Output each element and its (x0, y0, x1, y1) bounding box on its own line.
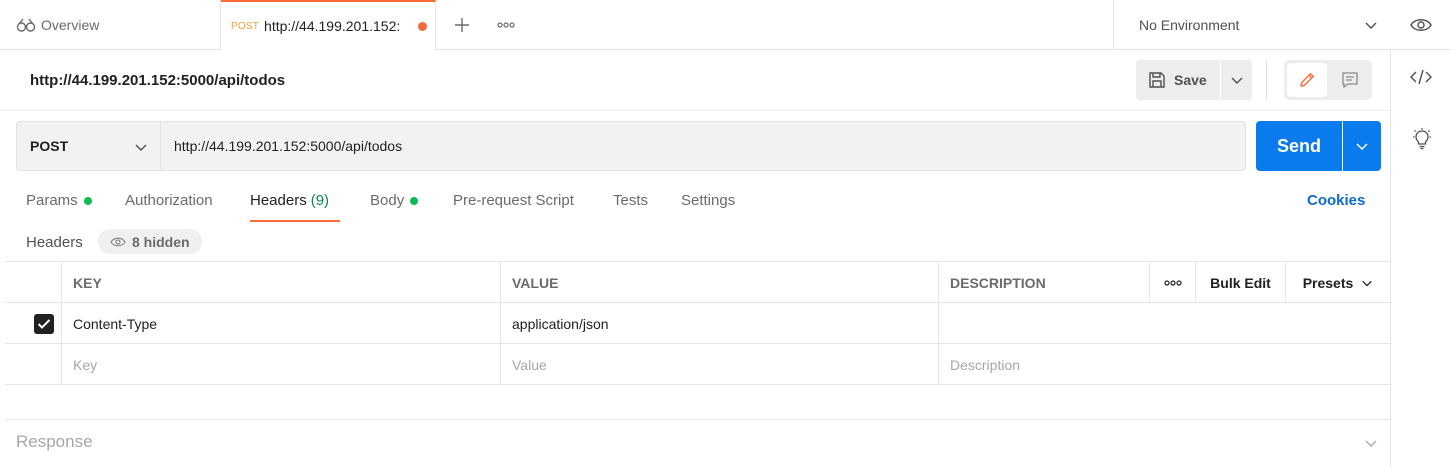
response-panel[interactable]: Response (5, 419, 1390, 467)
tab-options-button[interactable] (492, 11, 520, 39)
tab-params[interactable]: Params (26, 188, 92, 222)
new-value-input[interactable]: Value (500, 344, 938, 385)
unsaved-dot-icon[interactable] (418, 21, 428, 31)
save-button[interactable]: Save (1136, 60, 1220, 100)
edit-mode-button[interactable] (1287, 63, 1327, 97)
tab-settings[interactable]: Settings (681, 188, 735, 222)
mode-toggle-group (1284, 60, 1372, 100)
check-icon (37, 318, 51, 329)
chevron-down-icon (135, 144, 147, 151)
request-name[interactable]: http://44.199.201.152:5000/api/todos (30, 72, 285, 89)
tab-pre-request-script-label: Pre-request Script (453, 192, 574, 209)
headers-section-label: Headers (26, 234, 83, 251)
tab-authorization[interactable]: Authorization (125, 188, 213, 222)
tab-request-active[interactable]: POST http://44.199.201.152: (221, 0, 436, 50)
new-tab-button[interactable] (448, 11, 476, 39)
overview-icon (16, 18, 36, 32)
bulk-edit-button[interactable]: Bulk Edit (1195, 262, 1285, 303)
tab-title: http://44.199.201.152: (264, 18, 401, 34)
tab-body[interactable]: Body (370, 188, 419, 222)
tab-bar: Overview POST http://44.199.201.152: No … (0, 0, 1451, 50)
environment-label: No Environment (1139, 17, 1240, 33)
row-checkbox-cell (5, 303, 61, 344)
row-enabled-checkbox[interactable] (34, 313, 54, 334)
tab-headers-count: (9) (310, 192, 330, 209)
tab-tests[interactable]: Tests (613, 188, 648, 222)
params-indicator-dot (83, 197, 92, 205)
headers-table: KEY VALUE DESCRIPTION Bulk Edit Presets (5, 261, 1390, 386)
more-horizontal-icon (497, 22, 515, 28)
chevron-down-icon (1362, 280, 1373, 286)
row-key-cell[interactable]: Content-Type (61, 303, 500, 344)
tab-pre-request-script[interactable]: Pre-request Script (453, 188, 574, 222)
response-label: Response (16, 432, 93, 451)
save-label: Save (1174, 72, 1207, 88)
comments-mode-button[interactable] (1330, 63, 1370, 97)
tab-body-label: Body (370, 192, 405, 209)
send-options-button[interactable] (1343, 121, 1381, 171)
send-label: Send (1276, 135, 1321, 156)
save-options-button[interactable] (1221, 60, 1252, 100)
comment-icon (1342, 72, 1358, 89)
pencil-icon (1300, 72, 1315, 87)
environment-quick-look-button[interactable] (1390, 0, 1451, 50)
new-description-input[interactable]: Description (938, 344, 1390, 385)
tab-method-label: POST (231, 20, 260, 32)
presets-label: Presets (1302, 274, 1354, 291)
method-label: POST (30, 138, 69, 154)
key-column-header: KEY (61, 262, 500, 303)
row-description-cell[interactable] (938, 303, 1390, 344)
presets-dropdown[interactable]: Presets (1285, 262, 1390, 303)
chevron-down-icon (1365, 22, 1377, 29)
tab-headers[interactable]: Headers (9) (250, 188, 340, 222)
description-column-header: DESCRIPTION (938, 262, 1149, 303)
code-icon[interactable] (1410, 68, 1432, 86)
table-options-button[interactable] (1149, 262, 1195, 303)
hidden-headers-label: 8 hidden (132, 233, 190, 250)
plus-icon (455, 18, 469, 32)
chevron-down-icon (1356, 143, 1368, 151)
lightbulb-icon[interactable] (1411, 128, 1433, 150)
more-horizontal-icon (1163, 279, 1182, 286)
tab-settings-label: Settings (681, 192, 736, 209)
send-button[interactable]: Send (1256, 121, 1342, 171)
table-row: Content-Type application/json (5, 303, 1390, 344)
url-bar: POST (16, 121, 1246, 171)
chevron-down-icon (1231, 77, 1242, 84)
eye-icon (1409, 19, 1432, 31)
table-header-row: KEY VALUE DESCRIPTION Bulk Edit Presets (5, 262, 1390, 303)
new-row-checkbox-cell (5, 344, 61, 385)
table-row-new: Key Value Description (5, 344, 1390, 385)
divider (1266, 62, 1267, 98)
body-indicator-dot (410, 197, 419, 205)
environment-select[interactable]: No Environment (1113, 0, 1390, 50)
chevron-down-icon (1365, 440, 1377, 447)
value-column-header: VALUE (500, 262, 938, 303)
tab-tests-label: Tests (613, 192, 649, 209)
tab-headers-label: Headers (250, 192, 307, 209)
tab-overview-label: Overview (41, 17, 100, 33)
new-key-input[interactable]: Key (61, 344, 500, 385)
cookies-link[interactable]: Cookies (1307, 192, 1365, 209)
method-select[interactable]: POST (17, 122, 161, 170)
row-value-cell[interactable]: application/json (500, 303, 938, 344)
tab-overview[interactable]: Overview (0, 0, 221, 50)
hidden-headers-toggle[interactable]: 8 hidden (98, 229, 202, 254)
tab-params-label: Params (26, 192, 78, 209)
checkbox-column-header (5, 262, 61, 303)
save-icon (1149, 72, 1165, 88)
request-name-row: http://44.199.201.152:5000/api/todos Sav… (0, 50, 1390, 111)
url-input[interactable] (174, 138, 1224, 154)
tab-authorization-label: Authorization (125, 192, 213, 209)
eye-icon (110, 237, 126, 246)
right-sidebar (1390, 50, 1451, 467)
